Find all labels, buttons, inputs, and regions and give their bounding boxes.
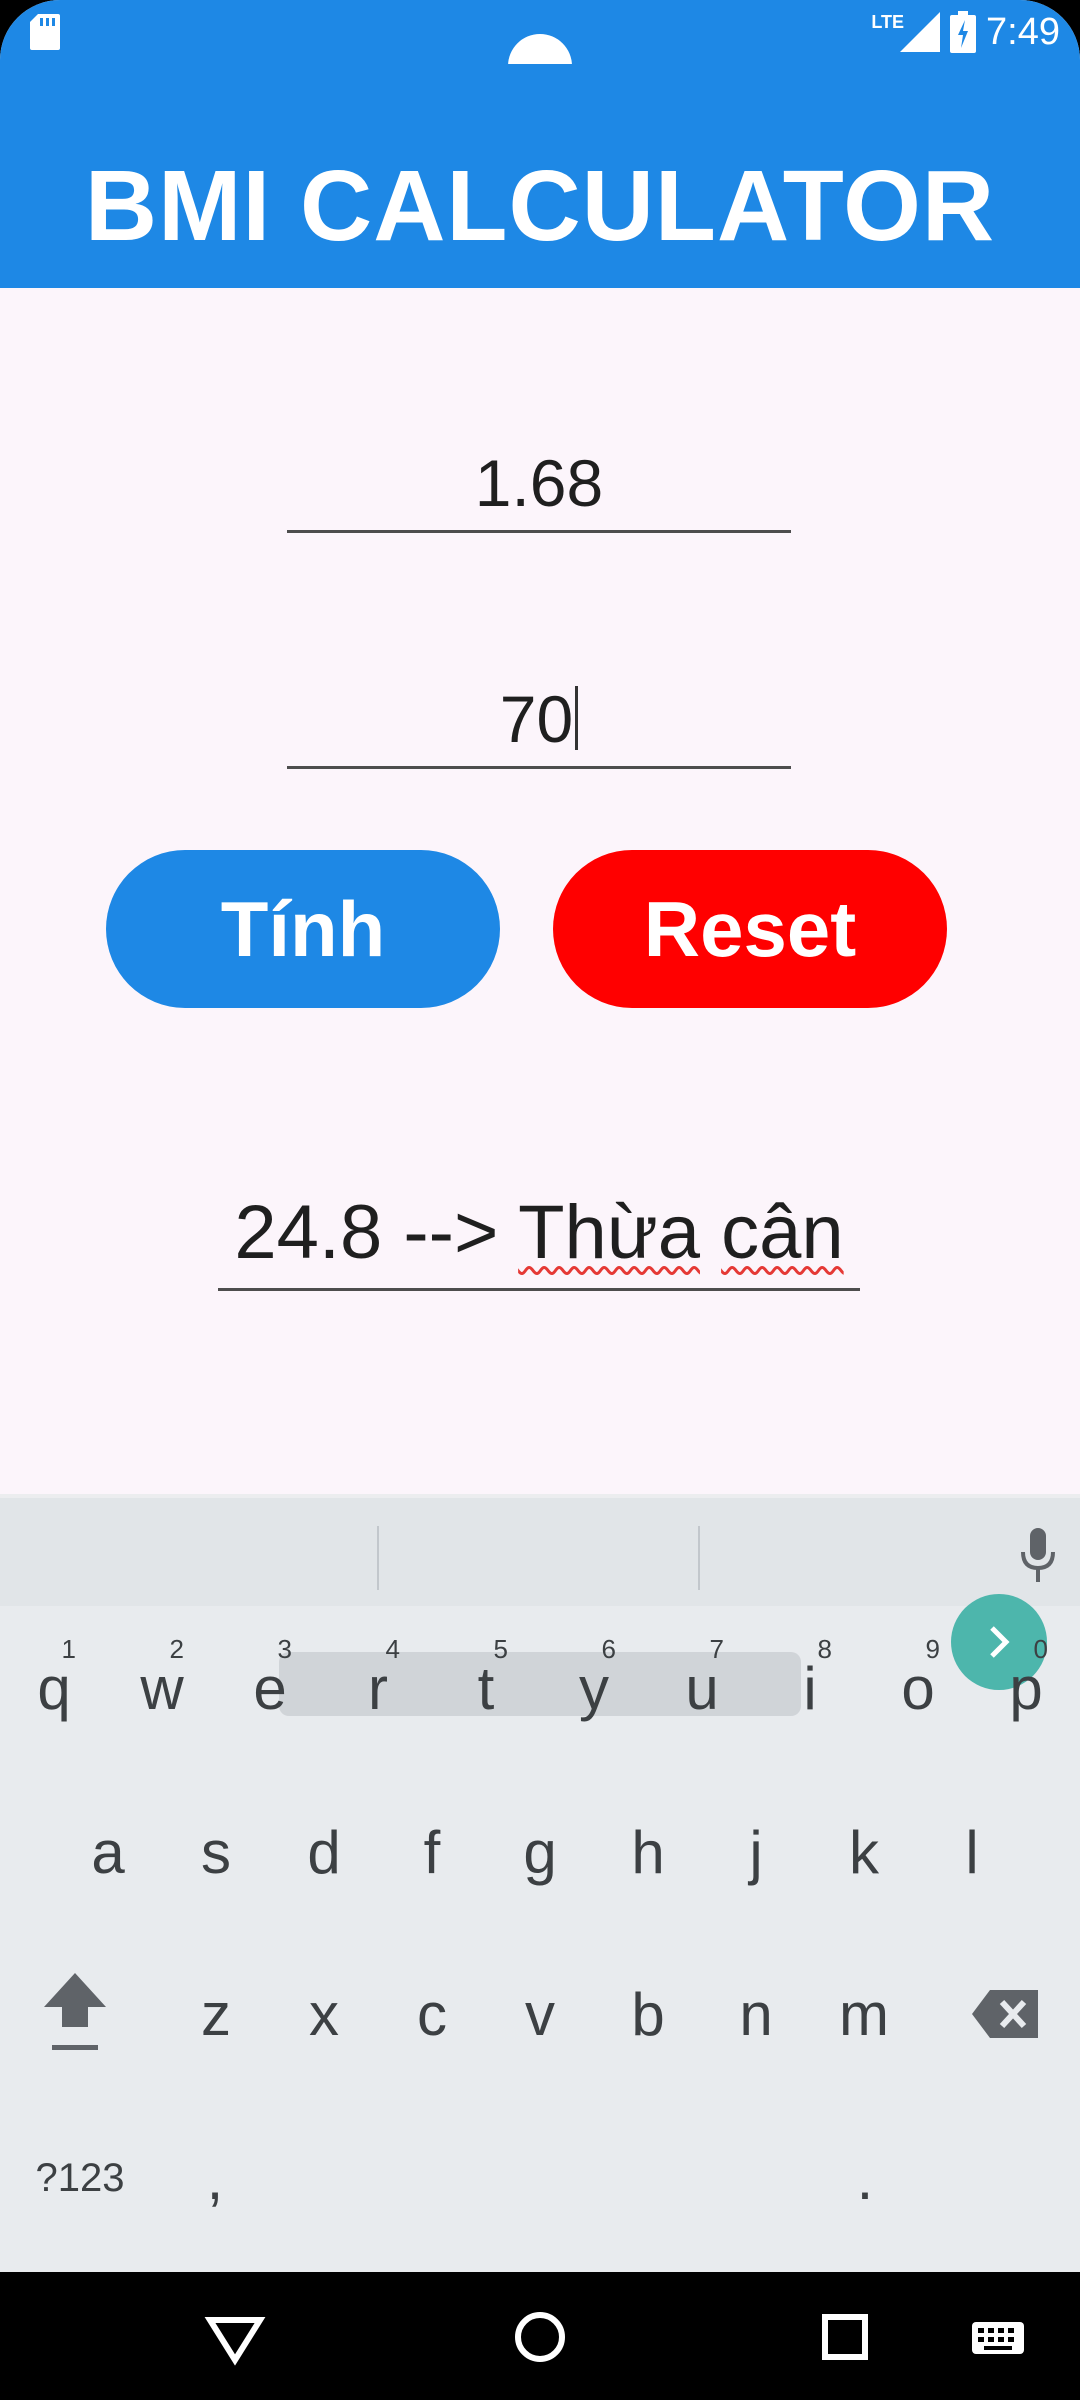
status-bar: LTE 7:49 — [0, 0, 1080, 98]
height-input[interactable]: 1.68 — [287, 440, 791, 533]
backspace-key[interactable] — [955, 1954, 1055, 2074]
weight-value-wrap: 70 — [287, 684, 791, 754]
shift-icon — [44, 1973, 106, 2050]
key-y[interactable]: y6 — [544, 1628, 644, 1748]
key-x[interactable]: x — [274, 1954, 374, 2074]
height-value: 1.68 — [474, 446, 604, 520]
result-text: 24.8 --> Thừa cân — [234, 1190, 843, 1275]
clock: 7:49 — [986, 10, 1060, 53]
key-z[interactable]: z — [166, 1954, 266, 2074]
bmi-screen: LTE 7:49 BMI CALCULATOR 1.68 70 Tính Res… — [0, 0, 1080, 2400]
key-g[interactable]: g — [490, 1792, 590, 1912]
navigation-bar — [0, 2272, 1080, 2400]
microphone-icon[interactable] — [1020, 1528, 1056, 1584]
result-prefix: 24.8 --> — [234, 1190, 519, 1275]
key-hint: 2 — [169, 1634, 184, 1664]
key-hint: 1 — [61, 1634, 76, 1664]
sd-card-icon — [30, 14, 60, 50]
result-word-1: Thừa — [518, 1190, 700, 1275]
key-hint: 6 — [601, 1634, 616, 1664]
key-hint: 0 — [1033, 1634, 1048, 1664]
key-t[interactable]: t5 — [436, 1628, 536, 1748]
key-o[interactable]: o9 — [868, 1628, 968, 1748]
key-w[interactable]: w2 — [112, 1628, 212, 1748]
key-k[interactable]: k — [814, 1792, 914, 1912]
key-h[interactable]: h — [598, 1792, 698, 1912]
symbols-key[interactable]: ?123 — [25, 2118, 135, 2238]
home-icon[interactable] — [505, 2302, 575, 2372]
weight-input[interactable]: 70 — [287, 676, 791, 769]
reset-button[interactable]: Reset — [553, 850, 947, 1008]
suggestion-divider — [377, 1526, 379, 1590]
key-m[interactable]: m — [814, 1954, 914, 2074]
key-a[interactable]: a — [58, 1792, 158, 1912]
key-hint: 3 — [277, 1634, 292, 1664]
signal-icon — [900, 12, 941, 52]
key-q[interactable]: q1 — [4, 1628, 104, 1748]
weight-value: 70 — [499, 682, 574, 756]
key-e[interactable]: e3 — [220, 1628, 320, 1748]
key-d[interactable]: d — [274, 1792, 374, 1912]
status-icons: LTE 7:49 — [871, 8, 1060, 56]
result-field[interactable]: 24.8 --> Thừa cân — [218, 1188, 860, 1291]
keyboard-switch-icon[interactable] — [968, 2302, 1028, 2372]
key-b[interactable]: b — [598, 1954, 698, 2074]
key-hint: 4 — [385, 1634, 400, 1664]
back-icon[interactable] — [200, 2302, 270, 2372]
key-n[interactable]: n — [706, 1954, 806, 2074]
key-j[interactable]: j — [706, 1792, 806, 1912]
result-word-2: cân — [721, 1190, 844, 1275]
key-p[interactable]: p0 — [976, 1628, 1076, 1748]
key-hint: 5 — [493, 1634, 508, 1664]
suggestion-strip — [0, 1494, 1080, 1606]
calculate-button[interactable]: Tính — [106, 850, 500, 1008]
comma-key[interactable]: , — [165, 2118, 265, 2238]
key-r[interactable]: r4 — [328, 1628, 428, 1748]
suggestion-divider — [698, 1526, 700, 1590]
period-key[interactable]: . — [815, 2118, 915, 2238]
key-c[interactable]: c — [382, 1954, 482, 2074]
key-hint: 7 — [709, 1634, 724, 1664]
key-f[interactable]: f — [382, 1792, 482, 1912]
app-title: BMI CALCULATOR — [84, 150, 996, 262]
recents-icon[interactable] — [810, 2302, 880, 2372]
key-i[interactable]: i8 — [760, 1628, 860, 1748]
key-l[interactable]: l — [922, 1792, 1022, 1912]
battery-icon — [950, 11, 977, 53]
shift-key[interactable] — [25, 1954, 125, 2074]
text-cursor — [575, 686, 579, 750]
key-v[interactable]: v — [490, 1954, 590, 2074]
backspace-icon — [972, 1990, 1038, 2038]
key-u[interactable]: u7 — [652, 1628, 752, 1748]
key-hint: 9 — [925, 1634, 940, 1664]
app-bar: BMI CALCULATOR — [0, 64, 1080, 288]
key-hint: 8 — [817, 1634, 832, 1664]
key-s[interactable]: s — [166, 1792, 266, 1912]
